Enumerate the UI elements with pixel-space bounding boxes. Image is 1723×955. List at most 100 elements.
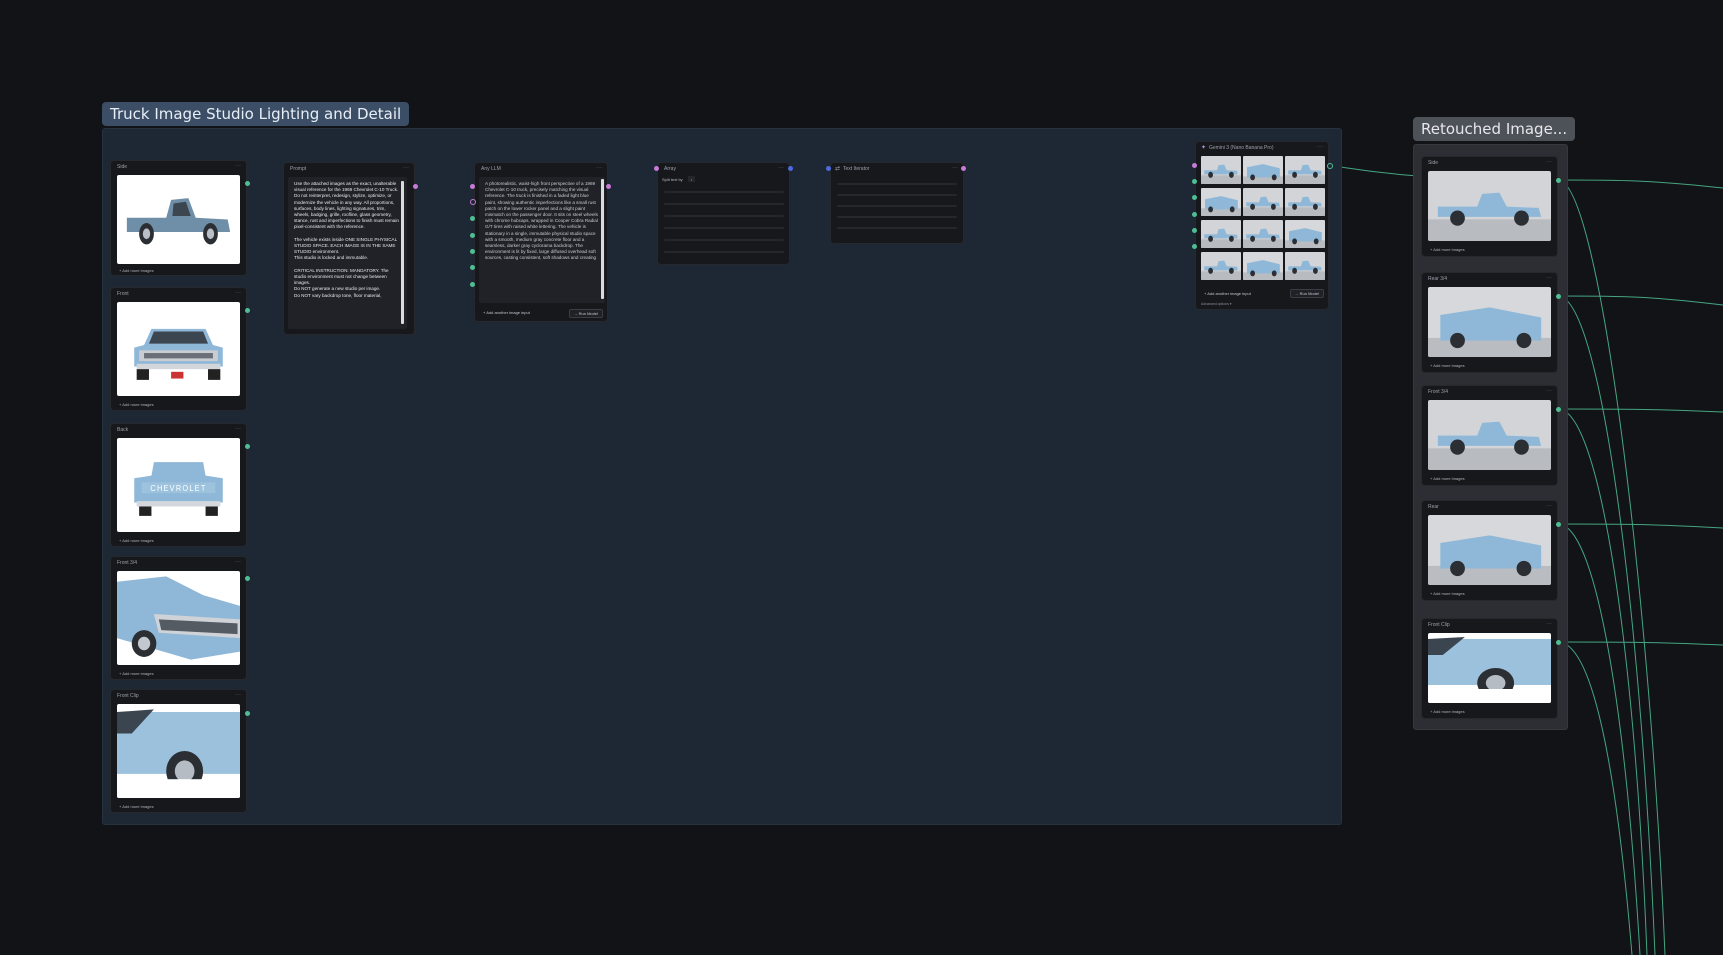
node-title: Front — [117, 291, 129, 297]
llm-output-port[interactable] — [606, 184, 611, 189]
scrollbar[interactable] — [401, 181, 404, 324]
group-title-studio[interactable]: Truck Image Studio Lighting and Detail — [102, 102, 410, 126]
prompt-node[interactable]: Prompt ··· Use the attached images as th… — [283, 162, 415, 335]
node-menu-icon[interactable]: ··· — [778, 165, 784, 171]
generated-thumbnail[interactable] — [1243, 188, 1283, 216]
llm-image-port[interactable] — [470, 233, 475, 238]
output-port[interactable] — [245, 444, 250, 449]
output-port[interactable] — [1556, 294, 1561, 299]
output-node-rear-34[interactable]: Rear 3/4 ··· + Add more images — [1421, 272, 1558, 373]
generated-thumbnail[interactable] — [1201, 156, 1241, 184]
node-menu-icon[interactable]: ··· — [403, 165, 409, 171]
generated-thumbnail[interactable] — [1285, 252, 1325, 280]
iterator-item — [837, 183, 957, 185]
output-node-side[interactable]: Side ··· + Add more images — [1421, 156, 1558, 257]
output-port[interactable] — [245, 308, 250, 313]
gemini-image-port[interactable] — [1192, 179, 1197, 184]
add-more-images-link[interactable]: + Add more images — [1430, 591, 1465, 596]
llm-image-port[interactable] — [470, 265, 475, 270]
add-more-images-link[interactable]: + Add more images — [119, 804, 154, 809]
iterator-output-port[interactable] — [961, 166, 966, 171]
generated-thumbnail[interactable] — [1285, 156, 1325, 184]
add-more-images-link[interactable]: + Add more images — [119, 402, 154, 407]
output-port[interactable] — [1556, 522, 1561, 527]
run-model-button[interactable]: → Run Model — [568, 309, 603, 318]
input-node-front[interactable]: Front ··· + Add more images — [110, 287, 247, 411]
array-node[interactable]: Array ··· Split text by , — [657, 162, 790, 265]
output-node-front-34[interactable]: Front 3/4 ··· + Add more images — [1421, 385, 1558, 486]
gemini-image-port[interactable] — [1192, 195, 1197, 200]
output-port[interactable] — [245, 181, 250, 186]
generated-thumbnail[interactable] — [1285, 220, 1325, 248]
node-menu-icon[interactable]: ··· — [952, 165, 958, 171]
add-image-input-button[interactable]: + Add another image input — [479, 309, 534, 316]
node-menu-icon[interactable]: ··· — [1317, 144, 1323, 150]
node-menu-icon[interactable]: ··· — [1546, 388, 1552, 394]
output-port[interactable] — [1556, 640, 1561, 645]
output-node-front-clip[interactable]: Front Clip ··· + Add more images — [1421, 618, 1558, 719]
node-menu-icon[interactable]: ··· — [235, 163, 241, 169]
input-node-back[interactable]: Back ··· + Add more images — [110, 423, 247, 547]
llm-image-port[interactable] — [470, 282, 475, 287]
add-more-images-link[interactable]: + Add more images — [119, 268, 154, 273]
split-delimiter-input[interactable]: , — [688, 176, 696, 182]
node-menu-icon[interactable]: ··· — [1546, 159, 1552, 165]
prompt-output-port[interactable] — [413, 184, 418, 189]
llm-input-port[interactable] — [470, 199, 476, 205]
node-title: Front Clip — [1428, 622, 1450, 628]
node-menu-icon[interactable]: ··· — [1546, 275, 1552, 281]
prompt-textarea[interactable]: Use the attached images as the exact, un… — [288, 177, 407, 329]
gemini-image-port[interactable] — [1192, 244, 1197, 249]
array-input-port[interactable] — [654, 166, 659, 171]
llm-image-port[interactable] — [470, 216, 475, 221]
output-port[interactable] — [1556, 178, 1561, 183]
add-more-images-link[interactable]: + Add more images — [1430, 709, 1465, 714]
generated-thumbnail[interactable] — [1243, 252, 1283, 280]
add-more-images-link[interactable]: + Add more images — [1430, 363, 1465, 368]
gemini-image-port[interactable] — [1192, 228, 1197, 233]
generated-thumbnail[interactable] — [1201, 188, 1241, 216]
output-node-rear[interactable]: Rear ··· + Add more images — [1421, 500, 1558, 601]
input-node-front-34[interactable]: Front 3/4 ··· + Add more images — [110, 556, 247, 680]
add-more-images-link[interactable]: + Add more images — [1430, 247, 1465, 252]
array-item — [664, 203, 784, 205]
gemini-output-port[interactable] — [1327, 163, 1333, 169]
gemini-image-port[interactable] — [1192, 212, 1197, 217]
scrollbar[interactable] — [601, 179, 604, 299]
llm-output-text: A photorealistic, waist-high front persp… — [479, 177, 605, 303]
run-model-button[interactable]: → Run Model — [1289, 289, 1324, 298]
add-more-images-link[interactable]: + Add more images — [1430, 476, 1465, 481]
node-title: Prompt — [290, 166, 307, 172]
node-menu-icon[interactable]: ··· — [1546, 621, 1552, 627]
llm-node[interactable]: Any LLM ··· A photorealistic, waist-high… — [474, 162, 608, 322]
input-node-front-clip[interactable]: Front Clip ··· + Add more images — [110, 689, 247, 813]
node-menu-icon[interactable]: ··· — [596, 165, 602, 171]
group-title-retouched[interactable]: Retouched Image... — [1413, 117, 1576, 141]
generated-thumbnail[interactable] — [1201, 252, 1241, 280]
add-more-images-link[interactable]: + Add more images — [119, 538, 154, 543]
node-menu-icon[interactable]: ··· — [235, 290, 241, 296]
node-menu-icon[interactable]: ··· — [1546, 503, 1552, 509]
text-iterator-node[interactable]: Text Iterator ⇄ ··· — [830, 162, 964, 244]
output-port[interactable] — [1556, 407, 1561, 412]
input-node-side[interactable]: Side ··· + Add more images — [110, 160, 247, 276]
node-menu-icon[interactable]: ··· — [235, 692, 241, 698]
add-image-input-button[interactable]: + Add another image input — [1200, 290, 1255, 297]
generated-thumbnail[interactable] — [1285, 188, 1325, 216]
llm-prompt-input-port[interactable] — [470, 184, 475, 189]
generated-thumbnail[interactable] — [1243, 220, 1283, 248]
output-port[interactable] — [245, 576, 250, 581]
generated-thumbnail[interactable] — [1243, 156, 1283, 184]
add-more-images-link[interactable]: + Add more images — [119, 671, 154, 676]
gemini-node[interactable]: ✦ Gemini 3 (Nano Banana Pro) ··· + Add a… — [1195, 141, 1329, 310]
node-menu-icon[interactable]: ··· — [235, 426, 241, 432]
iterator-item — [837, 216, 957, 218]
gemini-prompt-port[interactable] — [1192, 163, 1197, 168]
generated-thumbnail[interactable] — [1201, 220, 1241, 248]
node-menu-icon[interactable]: ··· — [235, 559, 241, 565]
output-port[interactable] — [245, 711, 250, 716]
llm-image-port[interactable] — [470, 249, 475, 254]
iterator-input-port[interactable] — [826, 166, 831, 171]
advanced-options-toggle[interactable]: Advanced options ▾ — [1201, 302, 1232, 306]
array-output-port[interactable] — [788, 166, 793, 171]
